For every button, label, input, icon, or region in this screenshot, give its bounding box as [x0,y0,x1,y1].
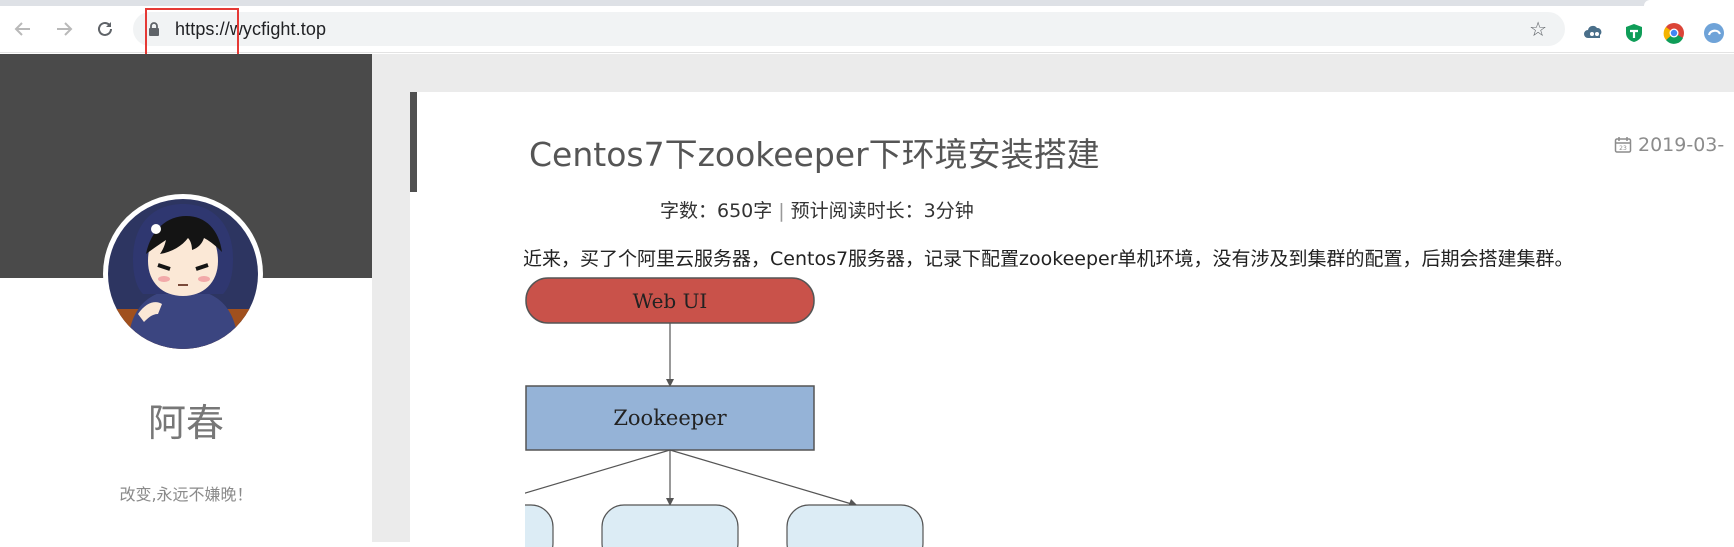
word-count: 字数：650字 [660,200,773,222]
reload-button[interactable] [92,16,118,42]
page-body: 阿春 改变,永远不嫌晚！ Centos7下zookeeper下环境安装搭建 23… [0,54,1734,547]
zookeeper-node-label: Zookeeper [613,406,727,430]
sidebar: 阿春 改变,永远不嫌晚！ [0,54,372,542]
avatar[interactable] [103,194,263,354]
author-name: 阿春 [147,401,224,445]
webui-node-label: Web UI [633,289,708,313]
edge-zookeeper-left [525,449,671,494]
post-date: 23 2019-03- [1614,134,1724,156]
arrow-right-icon [57,22,73,36]
child-node-left [525,504,554,547]
post-intro: 近来，买了个阿里云服务器，Centos7服务器，记录下配置zookeeper单机… [523,248,1574,270]
child-node-right [786,504,924,547]
post-meta: 字数：650字 | 预计阅读时长：3分钟 [410,196,1310,223]
post-date-text: 2019-03- [1638,134,1725,156]
shield-extension-icon[interactable] [1623,22,1645,44]
chrome-extension-icon[interactable] [1663,22,1685,44]
post-title[interactable]: Centos7下zookeeper下环境安装搭建 [529,128,1100,176]
post-card: Centos7下zookeeper下环境安装搭建 23 2019-03- 字数：… [410,92,1734,547]
author-motto: 改变,永远不嫌晚！ [119,485,253,504]
svg-text:23: 23 [1619,145,1627,152]
bookmark-star-icon[interactable]: ☆ [1529,18,1547,40]
avatar-image [108,199,258,349]
edge-extension-icon[interactable] [1703,22,1725,44]
edge-zookeeper-right [669,449,856,506]
forward-button[interactable] [51,16,77,42]
back-button[interactable] [10,16,36,42]
extension-cloud-icon[interactable] [1583,22,1605,44]
arrow-left-icon [14,22,30,36]
read-time: 预计阅读时长：3分钟 [790,200,974,222]
meta-separator: | [778,200,785,222]
browser-toolbar: https://wycfight.top ☆ [0,6,1734,53]
architecture-diagram: Web UI Zookeeper [525,277,924,547]
reload-icon [98,21,112,36]
calendar-icon: 23 [1614,137,1632,153]
title-accent-bar [410,92,417,192]
child-node-center [601,504,739,547]
address-bar[interactable]: https://wycfight.top ☆ [133,12,1565,46]
